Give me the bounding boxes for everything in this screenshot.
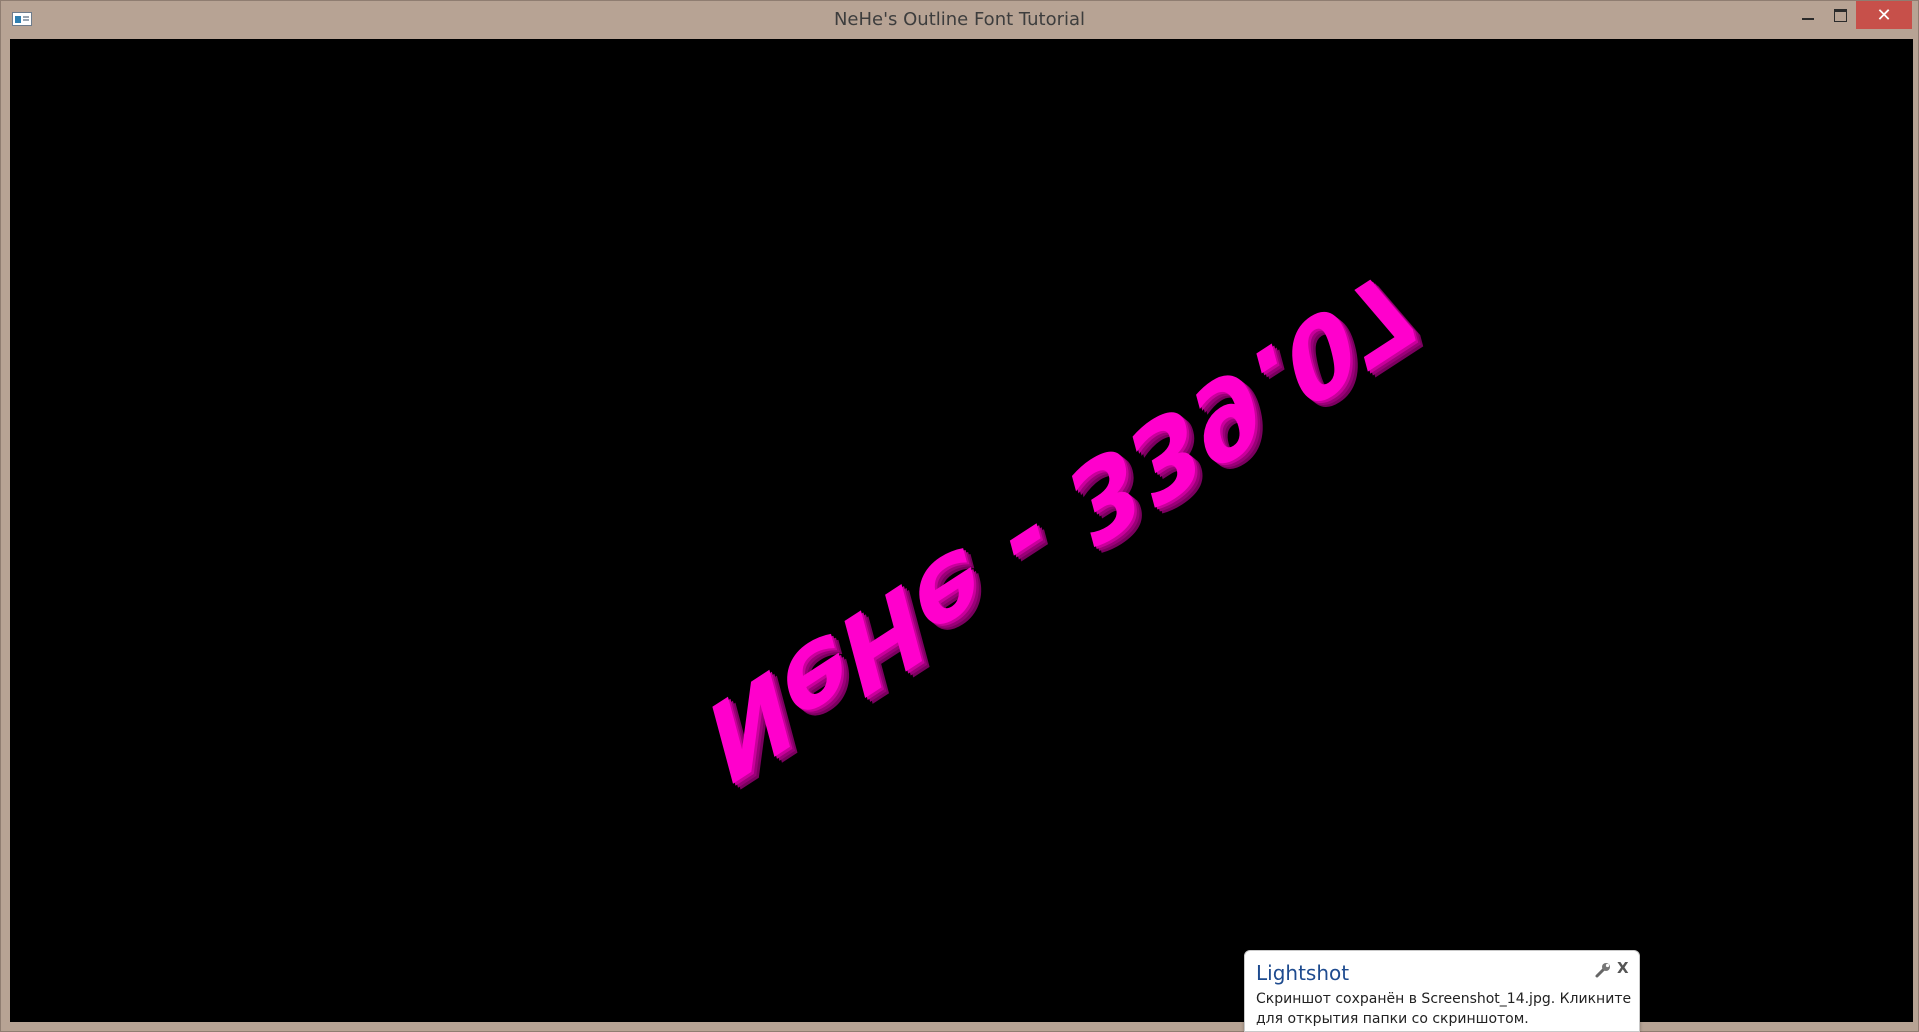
window-title: NeHe's Outline Font Tutorial [833, 9, 1086, 30]
title-bar[interactable]: NeHe's Outline Font Tutorial ✕ [1, 1, 1918, 39]
close-button[interactable]: ✕ [1856, 1, 1912, 29]
maximize-icon [1833, 8, 1847, 22]
notification-close-icon[interactable]: X [1617, 959, 1629, 977]
close-icon: ✕ [1876, 4, 1892, 26]
opengl-viewport[interactable]: NeHe - 339.07 NeHe - 339.07 NeHe - 339.0… [10, 39, 1913, 1022]
notification-message: Скриншот сохранён в Screenshot_14.jpg. К… [1256, 991, 1632, 1027]
app-window: NeHe's Outline Font Tutorial ✕ NeHe - 33… [0, 0, 1919, 1032]
scene-text: NeHe - 339.07 [697, 233, 1428, 809]
notification-title: Lightshot [1256, 961, 1350, 985]
maximize-button[interactable] [1824, 1, 1856, 29]
outline-font-scene: NeHe - 339.07 NeHe - 339.07 NeHe - 339.0… [697, 233, 1435, 815]
wrench-icon[interactable] [1594, 961, 1612, 979]
lightshot-notification[interactable]: Lightshot X Скриншот сохранён в Screensh… [1244, 950, 1640, 1032]
minimize-icon [1802, 18, 1814, 20]
minimize-button[interactable] [1792, 1, 1824, 29]
